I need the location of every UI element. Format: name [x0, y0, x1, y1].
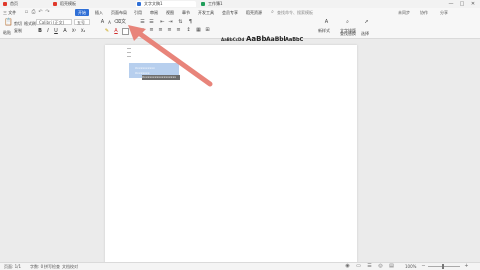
superscript-button[interactable]: X²	[71, 28, 77, 34]
menu-docer[interactable]: 稻壳资源	[246, 9, 262, 16]
tab-templates[interactable]: 稻壳模板	[52, 1, 100, 7]
share-button[interactable]: 分享	[440, 9, 448, 16]
font-size-select[interactable]: 五号	[74, 19, 90, 25]
subscript-button[interactable]: X₂	[80, 28, 86, 34]
italic-button[interactable]: I	[45, 28, 51, 34]
tab-label: 文字文稿1	[144, 1, 163, 6]
tab-label: 稻壳模板	[60, 1, 76, 6]
tab-label: 工作簿1	[208, 1, 223, 6]
format-painter-button[interactable]: 格式刷	[24, 21, 36, 26]
menu-developer[interactable]: 开发工具	[198, 9, 214, 16]
read-mode-icon[interactable]: ▤	[389, 264, 394, 269]
menu-chapter[interactable]: 章节	[182, 9, 190, 16]
wps-logo-icon	[3, 2, 7, 6]
web-view-icon[interactable]: ◎	[378, 264, 383, 269]
undo-icon[interactable]: ↶	[38, 10, 43, 15]
paste-button[interactable]: 粘贴	[3, 30, 11, 35]
outline-view-icon[interactable]: ☰	[367, 264, 372, 269]
tab-document[interactable]: 文字文稿1	[136, 1, 196, 7]
print-icon[interactable]: ⎙	[31, 10, 36, 15]
page-view-icon[interactable]: ▭	[356, 264, 361, 269]
zoom-slider[interactable]	[428, 266, 460, 267]
style-heading1-sample[interactable]: AaBb	[246, 35, 267, 43]
file-menu[interactable]: 三 文件	[3, 9, 16, 16]
command-search[interactable]: 查找命令、搜索模板	[277, 9, 313, 16]
collab-button[interactable]: 协作	[420, 9, 428, 16]
search-icon[interactable]: ⌕	[270, 10, 275, 15]
zoom-in-icon[interactable]: +	[464, 264, 469, 269]
save-icon[interactable]: ▫	[24, 10, 29, 15]
tab-workbook[interactable]: 工作簿1	[200, 1, 248, 7]
grow-font-icon[interactable]: A	[100, 20, 105, 25]
find-replace-icon[interactable]: ⌕	[345, 20, 350, 25]
menu-member[interactable]: 会员专享	[222, 9, 238, 16]
menu-review[interactable]: 审阅	[150, 9, 158, 16]
arrow-shaft	[133, 28, 213, 87]
clear-format-icon[interactable]: ⌫	[114, 20, 121, 25]
font-color-button[interactable]: A	[113, 28, 119, 34]
new-style-button[interactable]: 新样式	[318, 28, 330, 33]
menu-references[interactable]: 引用	[134, 9, 142, 16]
zoom-slider-thumb[interactable]	[442, 264, 444, 269]
cut-button[interactable]: 剪切	[14, 21, 22, 26]
select-button[interactable]: 选择	[361, 31, 369, 36]
copy-button[interactable]: 复制	[14, 28, 22, 33]
ribbon-toolbar: 📋 粘贴 剪切 复制 格式刷 Calibri (正文) 五号 A A ⌫ 文 B…	[0, 18, 480, 50]
eye-icon[interactable]: ◉	[345, 264, 350, 269]
close-button[interactable]: ✕	[468, 0, 478, 8]
font-name-select[interactable]: Calibri (正文)	[36, 19, 72, 25]
style-normal-sample[interactable]: AaBbCcDd	[221, 37, 244, 42]
style-heading3-sample[interactable]: AaBbC	[285, 37, 303, 43]
maximize-button[interactable]: □	[457, 0, 467, 8]
select-cursor-icon[interactable]: ➚	[364, 20, 369, 25]
document-icon	[137, 2, 141, 6]
minimize-button[interactable]: —	[446, 0, 456, 8]
menu-bar: 三 文件 ▫ ⎙ ↶ ↷ 开始 插入 页面布局 引用 审阅 视图 章节 开发工具…	[0, 8, 480, 18]
menu-view[interactable]: 视图	[166, 9, 174, 16]
zoom-out-icon[interactable]: −	[421, 264, 426, 269]
style-heading2-sample[interactable]: AaBbl	[266, 36, 286, 43]
bold-button[interactable]: B	[37, 28, 43, 34]
shrink-font-icon[interactable]: A	[107, 20, 112, 25]
underline-button[interactable]: U	[53, 28, 59, 34]
sync-status[interactable]: 未同步	[398, 9, 410, 16]
template-icon	[53, 2, 57, 6]
menu-insert[interactable]: 插入	[95, 9, 103, 16]
menu-page-layout[interactable]: 页面布局	[111, 9, 127, 16]
menu-start[interactable]: 开始	[75, 9, 89, 16]
annotation-arrow	[128, 25, 213, 87]
new-style-icon[interactable]: A	[324, 20, 329, 25]
spreadsheet-icon	[201, 2, 205, 6]
highlight-color-button[interactable]: ✎	[104, 28, 110, 34]
redo-icon[interactable]: ↷	[45, 10, 50, 15]
tab-label: 首页	[10, 1, 18, 6]
strikethrough-button[interactable]: A	[62, 28, 68, 34]
paste-icon[interactable]: 📋	[4, 19, 13, 28]
tab-home[interactable]: 首页	[2, 1, 48, 7]
find-replace-button[interactable]: 查找替换	[340, 31, 356, 36]
